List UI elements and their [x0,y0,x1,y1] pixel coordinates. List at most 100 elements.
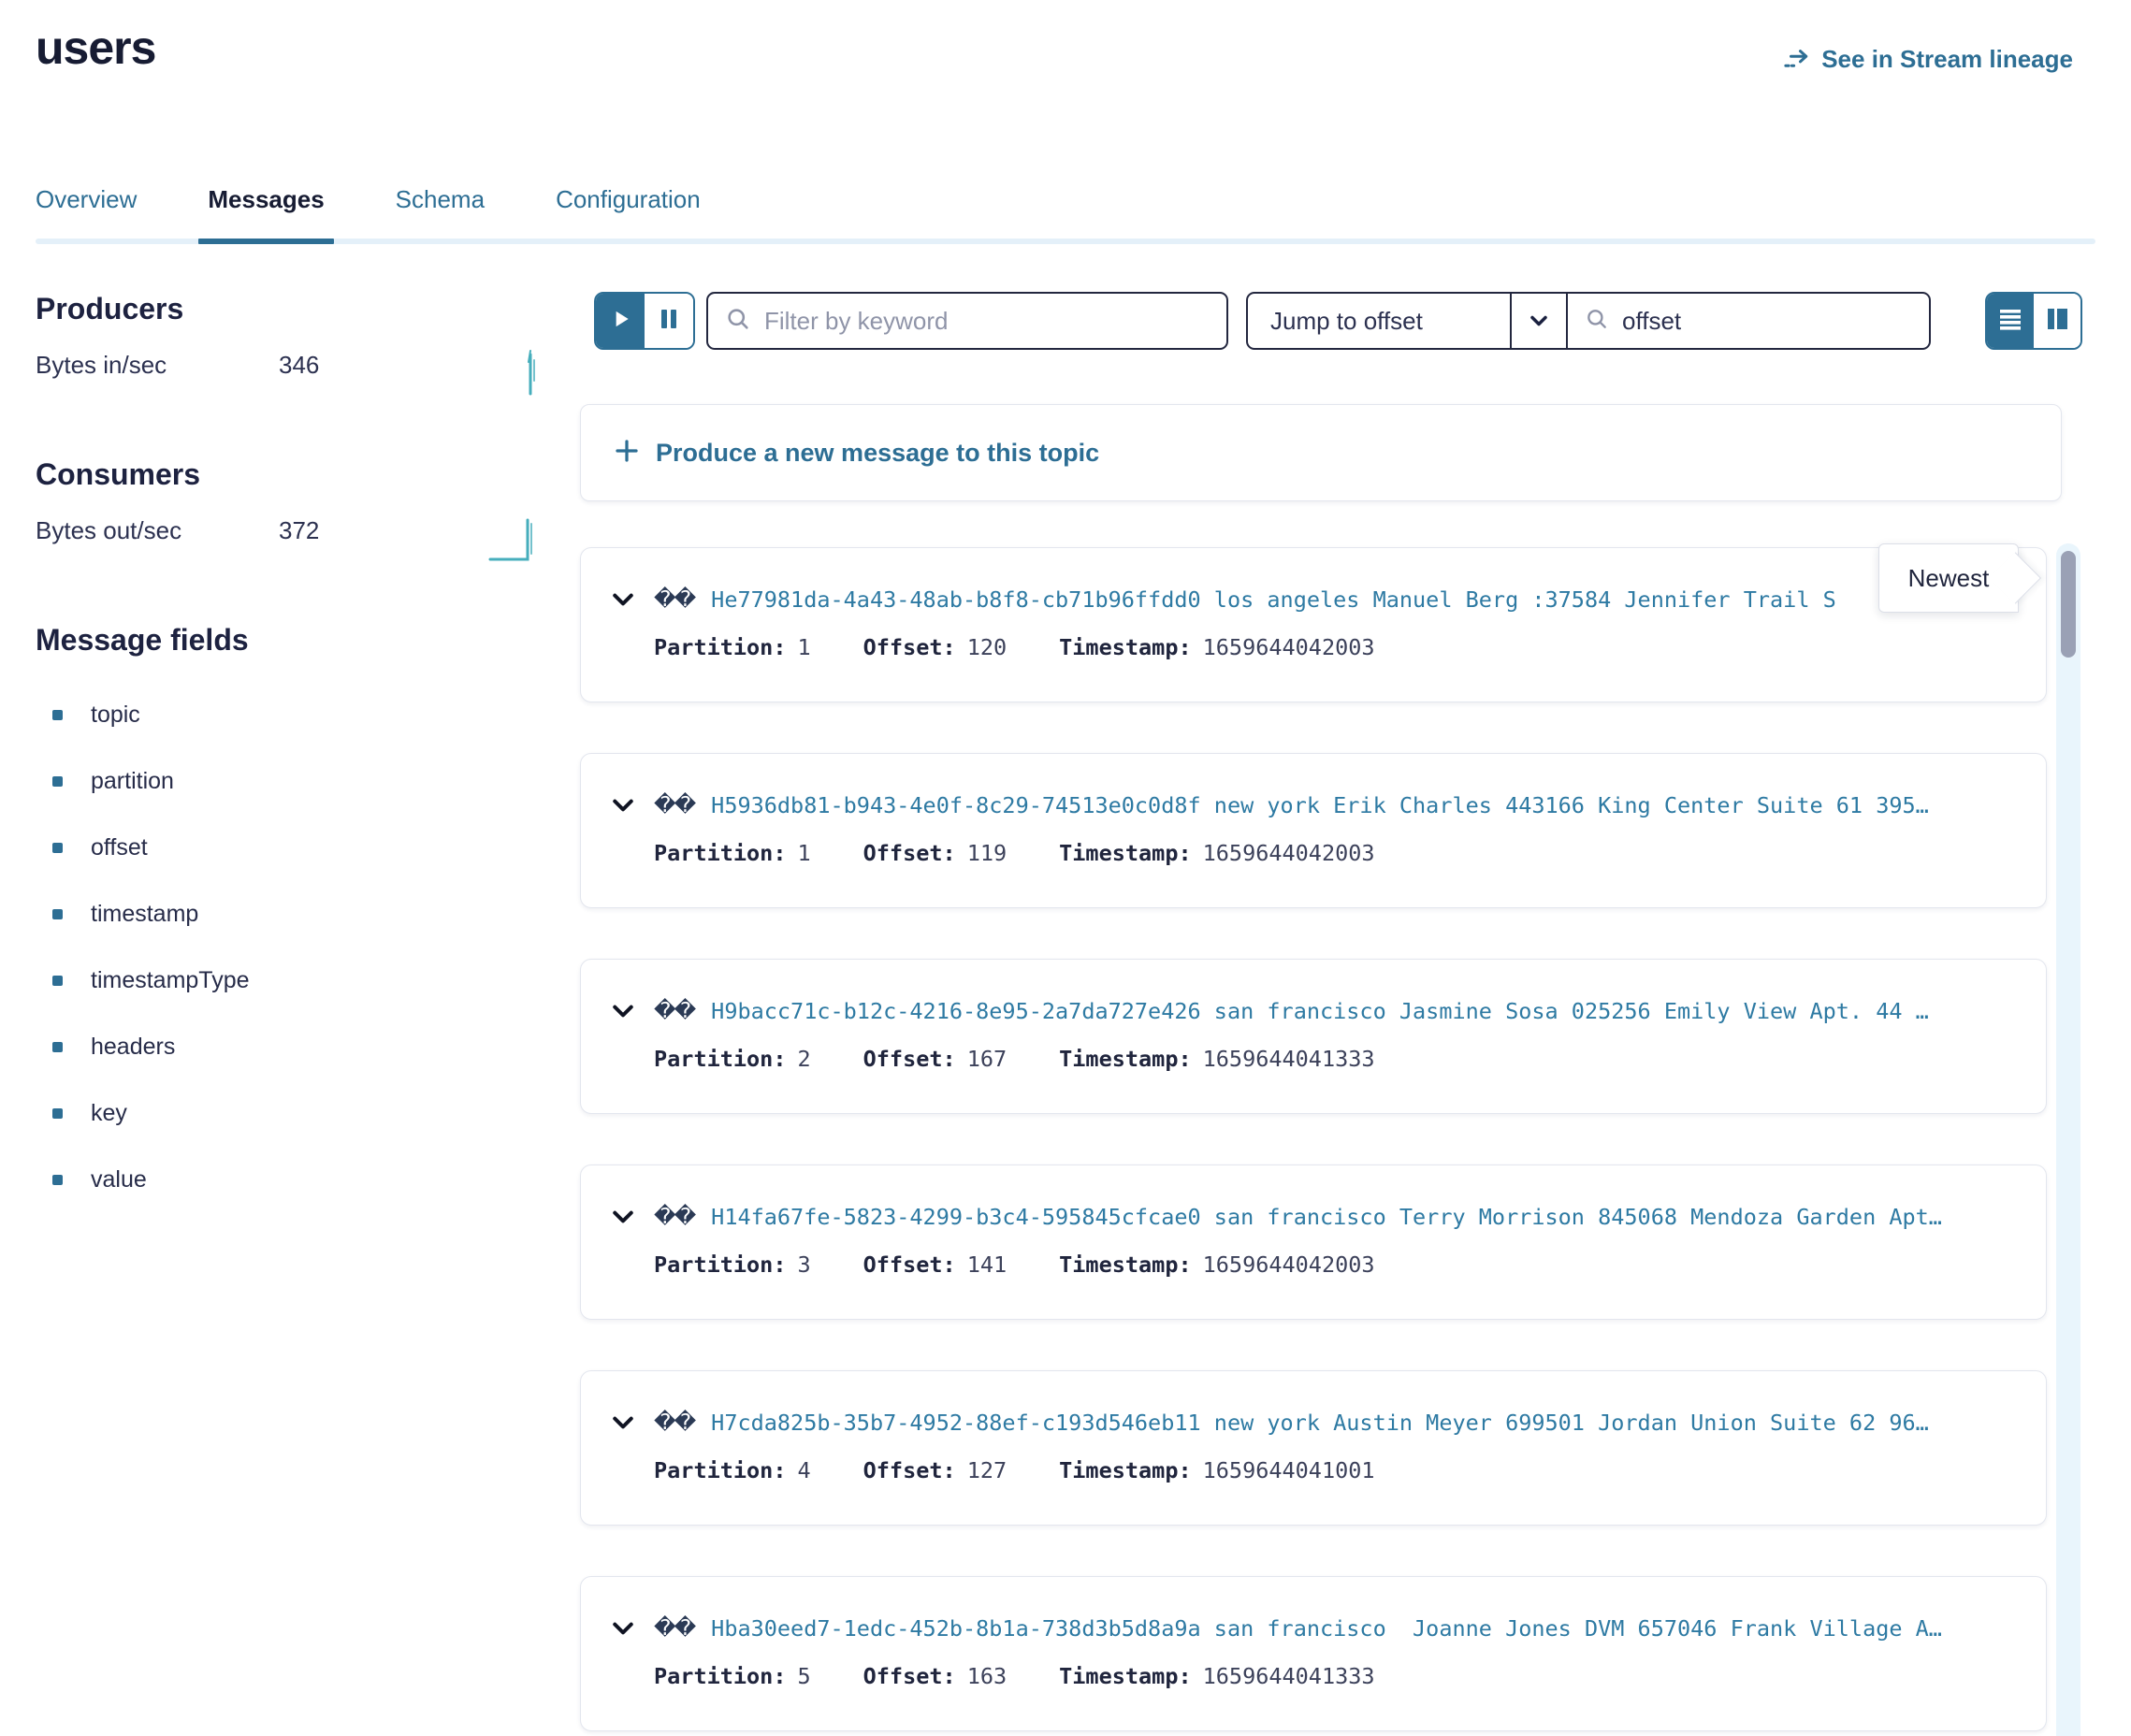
partition-label: Partition: [654,1251,786,1278]
undecoded-bytes-glyphs: �� [654,793,694,817]
play-button[interactable] [596,294,645,348]
message-list: �� He77981da-4a43-48ab-b8f8-cb71b96ffdd0… [580,547,2047,1736]
undecoded-bytes-glyphs: �� [654,1616,694,1641]
scrollbar-thumb[interactable] [2061,551,2076,658]
bytes-in-sparkline [503,340,541,404]
pause-icon [658,307,680,336]
offset-label: Offset: [863,1457,956,1483]
producers-stat-row: Bytes in/sec 346 [36,351,541,407]
partition-value: 1 [797,840,810,866]
partition-label: Partition: [654,1457,786,1483]
timestamp-value: 1659644041001 [1203,1457,1375,1483]
field-label: headers [91,1034,175,1061]
offset-search-input[interactable] [1620,306,1912,337]
keyword-filter-input[interactable] [762,306,1210,337]
timestamp-value: 1659644041333 [1203,1046,1375,1072]
field-label: key [91,1100,127,1127]
expand-chevron-icon[interactable] [609,586,637,614]
message-field-item-value[interactable]: value [36,1147,541,1213]
scrollbar-track[interactable] [2056,543,2080,1736]
pause-button[interactable] [645,294,693,348]
timestamp-value: 1659644042003 [1203,840,1375,866]
offset-value: 167 [967,1046,1007,1072]
timestamp-label: Timestamp: [1059,1457,1191,1483]
message-row[interactable]: �� He77981da-4a43-48ab-b8f8-cb71b96ffdd0… [580,547,2047,702]
partition-value: 1 [797,634,810,660]
keyword-filter-field [706,292,1228,350]
timestamp-value: 1659644042003 [1203,634,1375,660]
message-row[interactable]: �� H9bacc71c-b12c-4216-8e95-2a7da727e426… [580,959,2047,1114]
undecoded-bytes-glyphs: �� [654,1205,694,1229]
jump-to-offset-combo: Jump to offset [1246,292,1931,350]
offset-label: Offset: [863,1251,956,1278]
stream-lineage-link[interactable]: See in Stream lineage [1784,45,2073,74]
message-field-item-timestampType[interactable]: timestampType [36,948,541,1014]
producers-heading: Producers [36,292,541,326]
topic-page: users See in Stream lineage Overview Mes… [0,0,2131,1736]
partition-value: 5 [797,1663,810,1689]
offset-label: Offset: [863,840,956,866]
offset-value: 141 [967,1251,1007,1278]
message-field-item-headers[interactable]: headers [36,1014,541,1080]
field-label: timestampType [91,967,250,994]
field-bullet-icon [52,1108,63,1119]
message-fields-heading: Message fields [36,623,541,658]
stream-lineage-icon [1784,46,1812,74]
message-row[interactable]: �� H5936db81-b943-4e0f-8c29-74513e0c0d8f… [580,753,2047,908]
expand-chevron-icon[interactable] [609,791,637,819]
search-icon [725,306,751,337]
undecoded-bytes-glyphs: �� [654,999,694,1023]
field-bullet-icon [52,776,63,787]
tab-overview[interactable]: Overview [36,185,137,239]
field-label: partition [91,768,174,795]
search-icon-small [1585,307,1609,336]
consumers-stat-row: Bytes out/sec 372 [36,516,541,572]
partition-value: 2 [797,1046,810,1072]
bytes-out-sparkline [486,505,541,570]
message-key: H7cda825b-35b7-4952-88ef-c193d546eb11 ne… [711,1410,1929,1436]
expand-chevron-icon[interactable] [609,1614,637,1642]
message-row[interactable]: �� H7cda825b-35b7-4952-88ef-c193d546eb11… [580,1370,2047,1526]
newest-label: Newest [1908,564,1990,593]
list-view-button[interactable] [1987,294,2034,348]
sidebar: Producers Bytes in/sec 346 Consumers Byt… [36,292,541,1213]
list-view-icon [1997,306,2023,337]
undecoded-bytes-glyphs: �� [654,587,694,612]
undecoded-bytes-glyphs: �� [654,1410,694,1435]
tab-configuration[interactable]: Configuration [556,185,701,239]
offset-value: 163 [967,1663,1007,1689]
play-pause-group [594,292,695,350]
column-view-button[interactable] [2034,294,2080,348]
partition-label: Partition: [654,1663,786,1689]
tab-messages[interactable]: Messages [208,185,324,239]
message-key: H5936db81-b943-4e0f-8c29-74513e0c0d8f ne… [711,792,1929,818]
view-toggle-group [1985,292,2082,350]
message-field-item-topic[interactable]: topic [36,682,541,748]
main-panel: Jump to offset [580,292,2082,354]
tab-schema[interactable]: Schema [396,185,485,239]
field-bullet-icon [52,710,63,720]
timestamp-value: 1659644042003 [1203,1251,1375,1278]
message-field-item-key[interactable]: key [36,1080,541,1147]
offset-value: 127 [967,1457,1007,1483]
consumers-heading: Consumers [36,457,541,492]
expand-chevron-icon[interactable] [609,1203,637,1231]
field-label: offset [91,834,148,861]
timestamp-label: Timestamp: [1059,634,1191,660]
chevron-down-icon[interactable] [1512,308,1566,334]
expand-chevron-icon[interactable] [609,1409,637,1437]
message-field-item-partition[interactable]: partition [36,748,541,815]
page-title: users [36,21,155,75]
field-label: timestamp [91,901,198,928]
produce-message-button[interactable]: Produce a new message to this topic [580,404,2062,501]
message-row[interactable]: �� H14fa67fe-5823-4299-b3c4-595845cfcae0… [580,1165,2047,1320]
expand-chevron-icon[interactable] [609,997,637,1025]
newest-scroll-badge: Newest [1878,543,2019,613]
field-label: value [91,1166,147,1194]
message-key: H14fa67fe-5823-4299-b3c4-595845cfcae0 sa… [711,1204,1942,1230]
message-row[interactable]: �� Hba30eed7-1edc-452b-8b1a-738d3b5d8a9a… [580,1576,2047,1731]
jump-to-offset-select[interactable]: Jump to offset [1248,307,1510,336]
message-field-item-offset[interactable]: offset [36,815,541,881]
message-field-item-timestamp[interactable]: timestamp [36,881,541,948]
offset-label: Offset: [863,634,956,660]
